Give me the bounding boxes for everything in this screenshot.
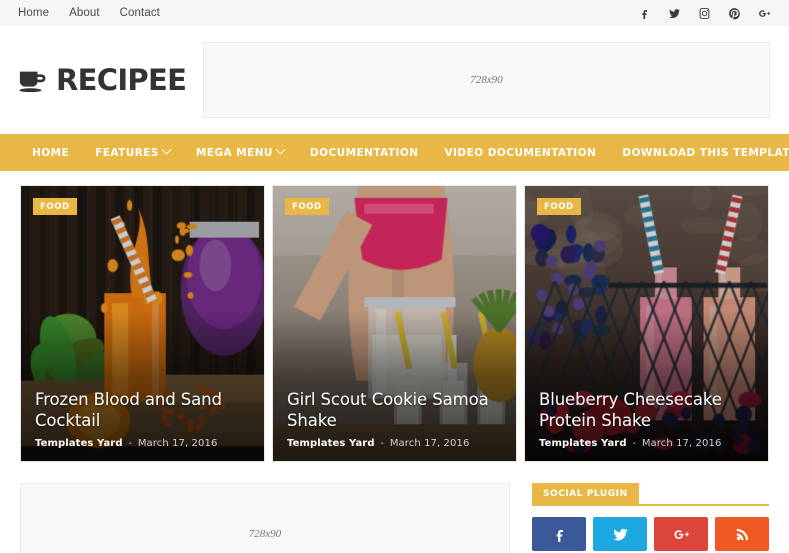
post-date: March 17, 2016 <box>641 438 722 449</box>
post-meta: Templates Yard - March 17, 2016 <box>35 438 252 449</box>
post-date: March 17, 2016 <box>389 438 470 449</box>
chevron-down-icon <box>275 144 286 155</box>
post-author[interactable]: Templates Yard <box>539 438 627 449</box>
post-author[interactable]: Templates Yard <box>287 438 375 449</box>
nav-item-home-label: HOME <box>32 146 70 159</box>
nav-item-video-documentation-label: VIDEO DOCUMENTATION <box>444 146 597 159</box>
post-meta: Templates Yard - March 17, 2016 <box>287 438 504 449</box>
content-ad-label: 728x90 <box>248 528 282 540</box>
site-header: RECIPEE 728x90 <box>0 26 789 134</box>
header-ad-banner[interactable]: 728x90 <box>203 42 770 118</box>
post-card-body: Blueberry Cheesecake Protein Shake Templ… <box>539 389 756 449</box>
post-title[interactable]: Girl Scout Cookie Samoa Shake <box>287 389 504 431</box>
google-plus-icon[interactable] <box>654 517 708 551</box>
post-title[interactable]: Blueberry Cheesecake Protein Shake <box>539 389 756 431</box>
content-ad-banner[interactable]: 728x90 <box>20 483 510 553</box>
widget-title: SOCIAL PLUGIN <box>532 483 639 504</box>
rss-icon[interactable] <box>715 517 769 551</box>
nav-item-documentation[interactable]: DOCUMENTATION <box>297 147 432 159</box>
meta-separator: - <box>632 438 636 449</box>
post-card[interactable]: FOOD Girl Scout Cookie Samoa Shake Templ… <box>272 185 517 462</box>
post-category-badge[interactable]: FOOD <box>33 198 77 215</box>
chevron-down-icon <box>161 144 172 155</box>
nav-item-download-template[interactable]: DOWNLOAD THIS TEMPLATE <box>609 147 789 159</box>
nav-item-video-documentation[interactable]: VIDEO DOCUMENTATION <box>432 147 610 159</box>
top-bar-social-links <box>638 7 777 20</box>
post-category-badge[interactable]: FOOD <box>285 198 329 215</box>
nav-item-mega-menu[interactable]: MEGA MENU <box>183 144 297 159</box>
twitter-icon[interactable] <box>668 7 681 20</box>
topbar-link-home[interactable]: Home <box>18 7 49 19</box>
post-card-body: Frozen Blood and Sand Cocktail Templates… <box>35 389 252 449</box>
site-logo-text: RECIPEE <box>56 63 187 97</box>
topbar-link-contact[interactable]: Contact <box>120 7 160 19</box>
post-category-badge[interactable]: FOOD <box>537 198 581 215</box>
featured-posts-grid: FOOD Frozen Blood and Sand Cocktail Temp… <box>0 171 789 462</box>
header-ad-label: 728x90 <box>470 74 503 86</box>
post-meta: Templates Yard - March 17, 2016 <box>539 438 756 449</box>
google-plus-icon[interactable] <box>758 7 771 20</box>
meta-separator: - <box>380 438 384 449</box>
topbar-link-about[interactable]: About <box>69 7 100 19</box>
post-title[interactable]: Frozen Blood and Sand Cocktail <box>35 389 252 431</box>
pinterest-icon[interactable] <box>728 7 741 20</box>
nav-item-mega-menu-label: MEGA MENU <box>195 146 273 159</box>
post-card[interactable]: FOOD Blueberry Cheesecake Protein Shake … <box>524 185 769 462</box>
sidebar-social-plugin-widget: SOCIAL PLUGIN <box>532 483 769 553</box>
site-logo[interactable]: RECIPEE <box>19 63 201 97</box>
post-card[interactable]: FOOD Frozen Blood and Sand Cocktail Temp… <box>20 185 265 462</box>
nav-item-documentation-label: DOCUMENTATION <box>309 146 419 159</box>
coffee-cup-icon <box>19 68 49 93</box>
top-bar: Home About Contact <box>0 0 789 26</box>
meta-separator: - <box>128 438 132 449</box>
facebook-icon[interactable] <box>638 7 651 20</box>
nav-item-features-label: FEATURES <box>95 146 159 159</box>
instagram-icon[interactable] <box>698 7 711 20</box>
content-bottom-row: 728x90 SOCIAL PLUGIN <box>0 462 789 553</box>
twitter-icon[interactable] <box>593 517 647 551</box>
post-date: March 17, 2016 <box>137 438 218 449</box>
facebook-icon[interactable] <box>532 517 586 551</box>
post-card-body: Girl Scout Cookie Samoa Shake Templates … <box>287 389 504 449</box>
top-bar-nav: Home About Contact <box>18 7 160 19</box>
nav-item-download-template-label: DOWNLOAD THIS TEMPLATE <box>622 146 789 159</box>
social-plugin-buttons <box>532 517 769 551</box>
post-author[interactable]: Templates Yard <box>35 438 123 449</box>
nav-item-home[interactable]: HOME <box>19 147 82 159</box>
main-navigation: HOME FEATURES MEGA MENU DOCUMENTATION VI… <box>0 134 789 171</box>
widget-header: SOCIAL PLUGIN <box>532 483 769 506</box>
main-navigation-items: HOME FEATURES MEGA MENU DOCUMENTATION VI… <box>19 144 789 159</box>
nav-item-features[interactable]: FEATURES <box>82 144 183 159</box>
